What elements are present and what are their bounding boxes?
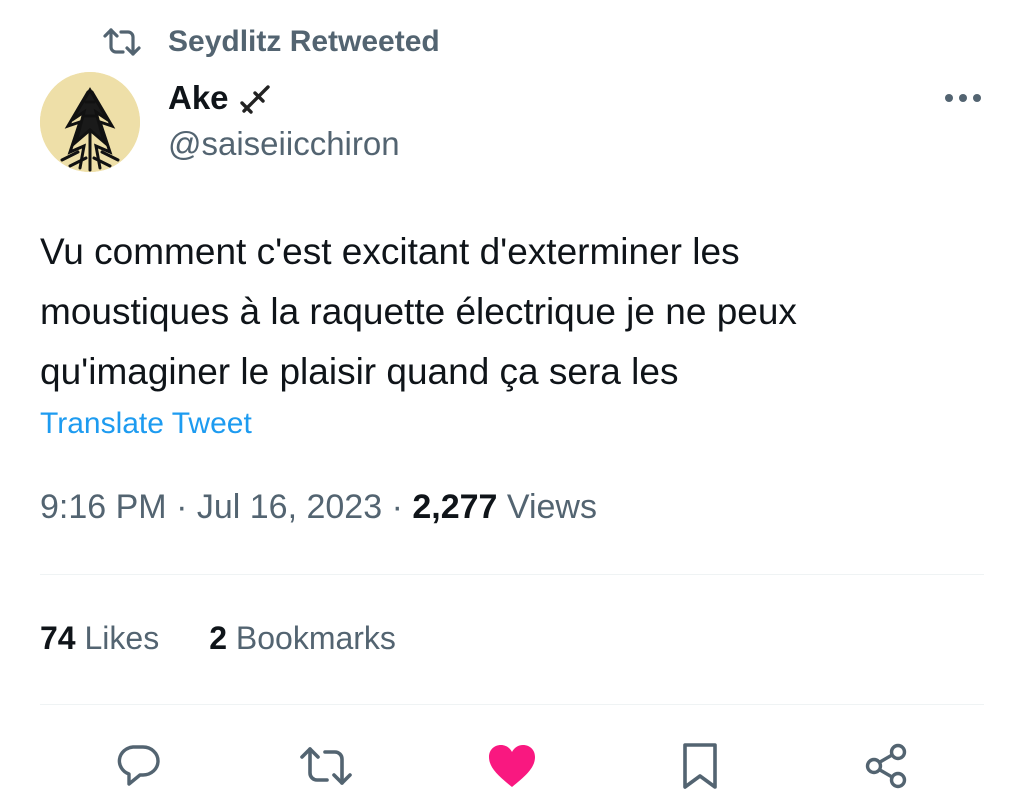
bookmarks-stat[interactable]: 2 Bookmarks — [209, 620, 396, 657]
bookmarks-label: Bookmarks — [235, 620, 396, 656]
views-label: Views — [506, 488, 597, 526]
translate-tweet-link[interactable]: Translate Tweet — [40, 407, 252, 441]
more-options-button[interactable] — [938, 80, 988, 116]
sword-emoji-icon — [239, 81, 273, 115]
likes-stat[interactable]: 74 Likes — [40, 620, 159, 657]
share-button[interactable] — [856, 736, 916, 796]
divider — [40, 574, 984, 575]
divider — [40, 704, 984, 705]
reply-button[interactable] — [108, 736, 168, 796]
retweet-button[interactable] — [296, 736, 356, 796]
retweet-icon — [300, 747, 352, 785]
avatar[interactable] — [40, 72, 140, 172]
tweet-text-line: moustiques à la raquette électrique je n… — [40, 291, 797, 332]
views-count: 2,277 — [412, 488, 498, 526]
tweet-text-line: qu'imaginer le plaisir quand ça sera les — [40, 351, 679, 392]
bookmarks-count: 2 — [209, 620, 227, 656]
like-button[interactable] — [482, 736, 542, 796]
heart-icon — [489, 745, 535, 787]
tweet-stats: 74 Likes 2 Bookmarks — [40, 620, 396, 657]
tweet-date[interactable]: Jul 16, 2023 — [197, 488, 382, 526]
share-icon — [865, 743, 907, 789]
tweet-meta: 9:16 PM · Jul 16, 2023 · 2,277 Views — [40, 488, 597, 527]
meta-separator: · — [176, 488, 188, 526]
bookmark-button[interactable] — [670, 736, 730, 796]
author-name-row[interactable]: Ake — [168, 76, 273, 120]
author-name[interactable]: Ake — [168, 79, 229, 117]
tweet-text-line: Vu comment c'est excitant d'exterminer l… — [40, 231, 740, 272]
likes-label: Likes — [84, 620, 160, 656]
bookmark-icon — [683, 743, 717, 789]
meta-separator: · — [391, 488, 403, 526]
likes-count: 74 — [40, 620, 76, 656]
tweet-text: Vu comment c'est excitant d'exterminer l… — [40, 222, 980, 402]
more-icon — [945, 94, 981, 102]
reply-icon — [117, 745, 160, 786]
retweet-icon — [102, 22, 142, 62]
retweet-context[interactable]: Seydlitz Retweeted — [102, 22, 440, 62]
retweeted-by-label[interactable]: Seydlitz Retweeted — [168, 25, 440, 59]
author-handle[interactable]: @saiseiicchiron — [168, 125, 400, 163]
tweet-time[interactable]: 9:16 PM — [40, 488, 167, 526]
